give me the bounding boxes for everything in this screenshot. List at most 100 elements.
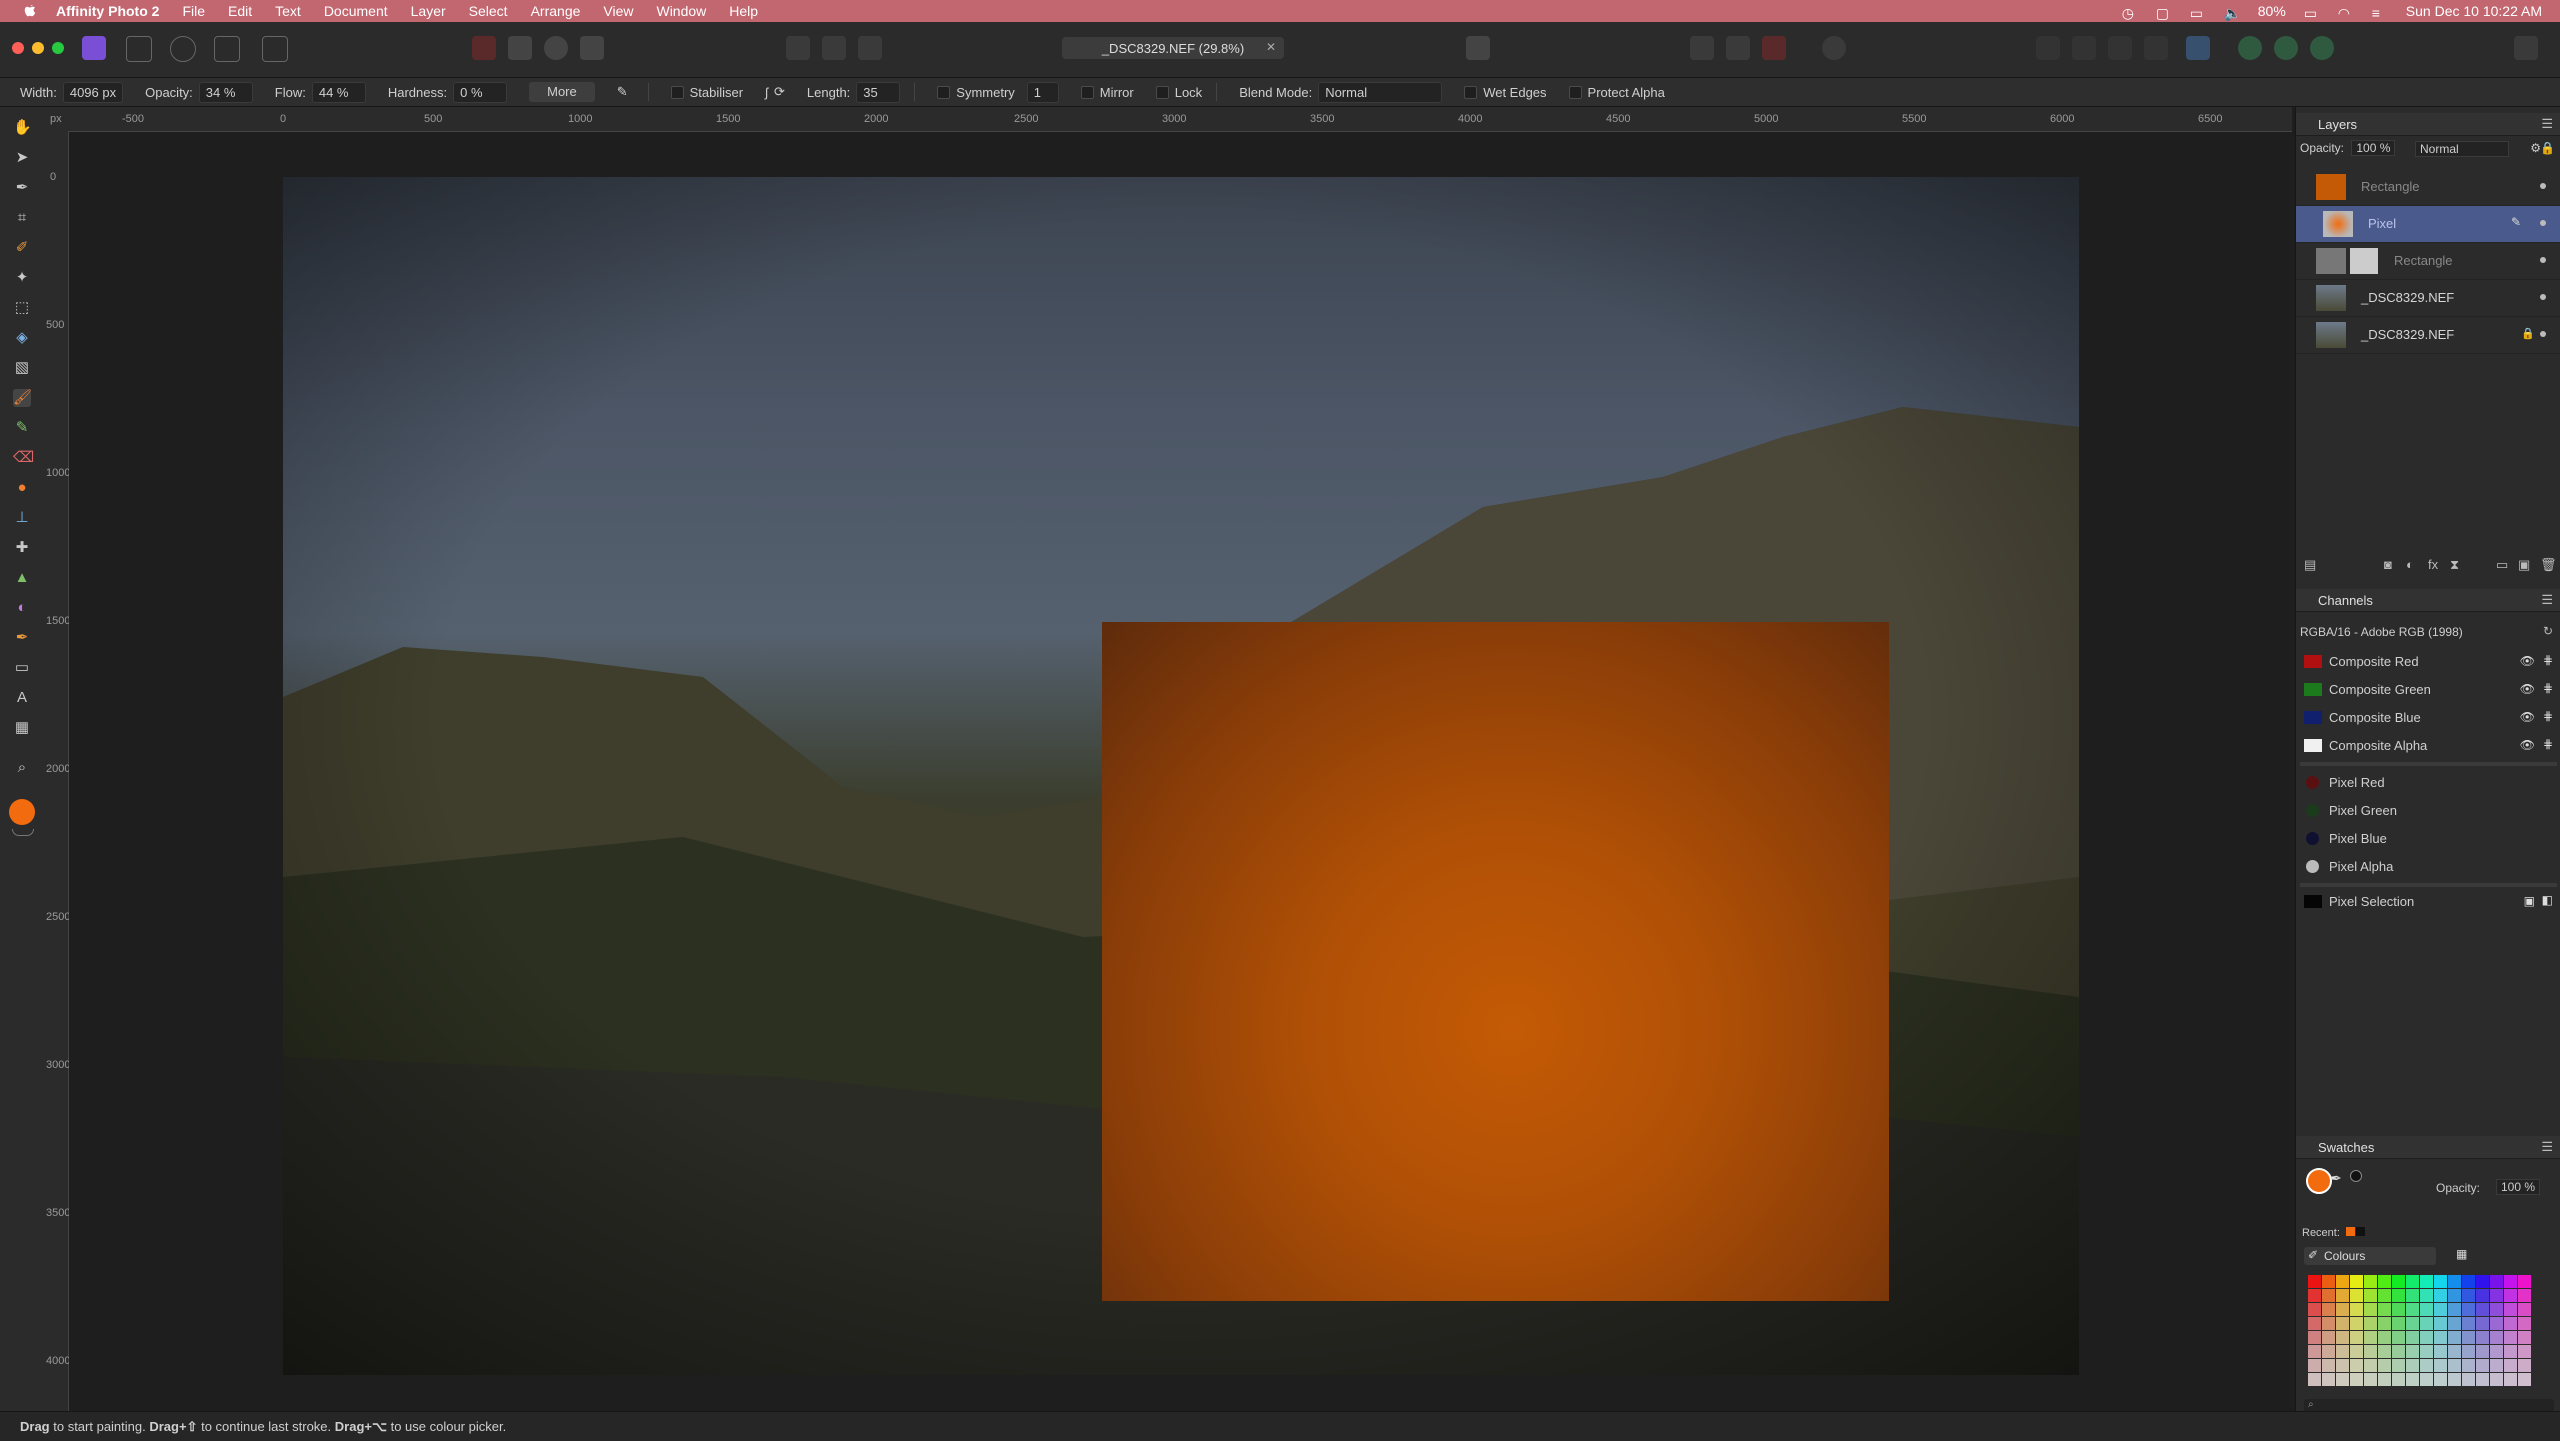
flow-field[interactable]: 44 % bbox=[311, 81, 366, 103]
wet-edges-checkbox[interactable] bbox=[1464, 85, 1478, 99]
dodge-tool-icon[interactable]: ● bbox=[13, 479, 31, 497]
layer-row[interactable]: Rectangle bbox=[2296, 243, 2560, 280]
colour-swatch[interactable] bbox=[2378, 1275, 2391, 1288]
user-icon[interactable] bbox=[2514, 36, 2538, 60]
red-eye-tool-icon[interactable]: ◐ bbox=[13, 599, 31, 617]
primary-colour-well[interactable] bbox=[2306, 1168, 2332, 1194]
colour-swatch[interactable] bbox=[2322, 1317, 2335, 1330]
colour-swatch[interactable] bbox=[2364, 1331, 2377, 1344]
colour-swatch[interactable] bbox=[2462, 1373, 2475, 1386]
visibility-dot-icon[interactable] bbox=[2540, 331, 2546, 337]
colour-swatch[interactable] bbox=[2434, 1317, 2447, 1330]
layer-row[interactable]: Rectangle bbox=[2296, 169, 2560, 206]
colour-swatch[interactable] bbox=[2490, 1275, 2503, 1288]
menu-select[interactable]: Select bbox=[469, 3, 508, 19]
colour-swatch[interactable] bbox=[2448, 1373, 2461, 1386]
colour-swatch[interactable] bbox=[2518, 1303, 2531, 1316]
boolean-add-icon[interactable] bbox=[2238, 36, 2262, 60]
colour-swatch[interactable] bbox=[2322, 1303, 2335, 1316]
colour-swatch[interactable] bbox=[2378, 1303, 2391, 1316]
view-mode-mirror-icon[interactable] bbox=[858, 36, 882, 60]
colour-swatch[interactable] bbox=[2518, 1345, 2531, 1358]
app-menu[interactable]: Affinity Photo 2 bbox=[56, 3, 159, 19]
colour-swatch[interactable] bbox=[2350, 1359, 2363, 1372]
colour-swatch[interactable] bbox=[2378, 1289, 2391, 1302]
channel-row[interactable]: Pixel Blue bbox=[2296, 825, 2560, 852]
colour-swatch[interactable] bbox=[2336, 1275, 2349, 1288]
colour-swatch[interactable] bbox=[2308, 1373, 2321, 1386]
colour-swatch[interactable] bbox=[2350, 1345, 2363, 1358]
colour-swatch[interactable] bbox=[2322, 1345, 2335, 1358]
colour-swatch[interactable] bbox=[2462, 1345, 2475, 1358]
colour-swatch[interactable] bbox=[2308, 1289, 2321, 1302]
layer-row[interactable]: _DSC8329.NEF bbox=[2296, 280, 2560, 317]
colour-swatch[interactable] bbox=[2308, 1345, 2321, 1358]
colour-swatch[interactable] bbox=[2448, 1317, 2461, 1330]
colour-swatch[interactable] bbox=[2350, 1373, 2363, 1386]
colour-swatch[interactable] bbox=[2476, 1317, 2489, 1330]
colour-swatch[interactable] bbox=[2406, 1331, 2419, 1344]
colour-swatch[interactable] bbox=[2434, 1303, 2447, 1316]
menu-file[interactable]: File bbox=[182, 3, 205, 19]
flood-select-tool-icon[interactable]: ✦ bbox=[13, 269, 31, 287]
colour-swatch[interactable] bbox=[2462, 1317, 2475, 1330]
colour-swatch[interactable] bbox=[2336, 1359, 2349, 1372]
colour-swatch[interactable] bbox=[2448, 1359, 2461, 1372]
visibility-dot-icon[interactable] bbox=[2540, 257, 2546, 263]
colour-swatch[interactable] bbox=[2448, 1303, 2461, 1316]
gradient-tool-icon[interactable]: ▧ bbox=[13, 359, 31, 377]
display-icon[interactable]: ▭ bbox=[2190, 5, 2206, 21]
photo-persona-icon[interactable] bbox=[82, 36, 106, 60]
layer-row-selected[interactable]: Pixel ✎ bbox=[2296, 206, 2560, 243]
arrange-back-icon[interactable] bbox=[2072, 36, 2096, 60]
colour-swatch[interactable] bbox=[2504, 1317, 2517, 1330]
visibility-dot-icon[interactable] bbox=[2540, 183, 2546, 189]
swatch-opacity-field[interactable]: 100 % bbox=[2496, 1179, 2541, 1195]
channel-row[interactable]: Pixel Green bbox=[2296, 797, 2560, 824]
auto-colour-icon[interactable] bbox=[544, 36, 568, 60]
colour-swatch[interactable] bbox=[2434, 1359, 2447, 1372]
document-canvas[interactable] bbox=[283, 177, 2079, 1375]
colour-swatch[interactable] bbox=[2420, 1317, 2433, 1330]
adjustment-icon[interactable]: ◐ bbox=[2406, 557, 2414, 572]
view-mode-single-icon[interactable] bbox=[786, 36, 810, 60]
marquee-tool-icon[interactable]: ⬚ bbox=[13, 299, 31, 317]
colour-swatch[interactable] bbox=[2406, 1317, 2419, 1330]
colour-swatch[interactable] bbox=[2364, 1289, 2377, 1302]
colour-swatch[interactable] bbox=[2420, 1345, 2433, 1358]
colour-swatch[interactable] bbox=[2392, 1373, 2405, 1386]
zoom-tool-icon[interactable]: ⌕ bbox=[13, 759, 31, 777]
layers-panel-header[interactable]: Layers ☰ bbox=[2296, 113, 2560, 136]
add-layer-icon[interactable]: ▣ bbox=[2518, 557, 2530, 573]
colour-swatch[interactable] bbox=[2476, 1331, 2489, 1344]
flood-fill-tool-icon[interactable]: ◈ bbox=[13, 329, 31, 347]
zoom-window-button[interactable] bbox=[52, 42, 64, 54]
colour-swatch[interactable] bbox=[2434, 1373, 2447, 1386]
mesh-warp-tool-icon[interactable]: ▦ bbox=[13, 719, 31, 737]
colour-swatch[interactable] bbox=[2322, 1359, 2335, 1372]
stabiliser-checkbox[interactable] bbox=[670, 85, 684, 99]
colour-swatch[interactable] bbox=[2462, 1331, 2475, 1344]
close-window-button[interactable] bbox=[12, 42, 24, 54]
mirror-checkbox[interactable] bbox=[1080, 85, 1094, 99]
length-field[interactable]: 35 bbox=[856, 81, 901, 103]
colour-swatch[interactable] bbox=[2434, 1331, 2447, 1344]
colour-swatch[interactable] bbox=[2518, 1317, 2531, 1330]
colour-swatch[interactable] bbox=[2364, 1275, 2377, 1288]
delete-layer-icon[interactable]: 🗑 bbox=[2540, 557, 2557, 573]
develop-persona-icon[interactable] bbox=[170, 36, 196, 62]
channel-row[interactable]: Composite Red 👁 ⋕ bbox=[2296, 648, 2560, 675]
lock-checkbox[interactable] bbox=[1155, 85, 1169, 99]
chat-icon[interactable] bbox=[1822, 36, 1846, 60]
colour-swatch[interactable] bbox=[2308, 1303, 2321, 1316]
colour-swatch[interactable] bbox=[2392, 1359, 2405, 1372]
colour-swatch[interactable] bbox=[2420, 1359, 2433, 1372]
window-mode-icon[interactable]: ⟳ bbox=[774, 84, 785, 100]
colour-swatch[interactable] bbox=[2308, 1275, 2321, 1288]
clock[interactable]: Sun Dec 10 10:22 AM bbox=[2406, 3, 2542, 19]
liquify-persona-icon[interactable] bbox=[126, 36, 152, 62]
minimize-window-button[interactable] bbox=[32, 42, 44, 54]
secondary-colour-well[interactable] bbox=[2350, 1170, 2362, 1182]
colour-picker-tool-icon[interactable]: ✒ bbox=[13, 179, 31, 197]
colour-swatch[interactable] bbox=[2490, 1331, 2503, 1344]
